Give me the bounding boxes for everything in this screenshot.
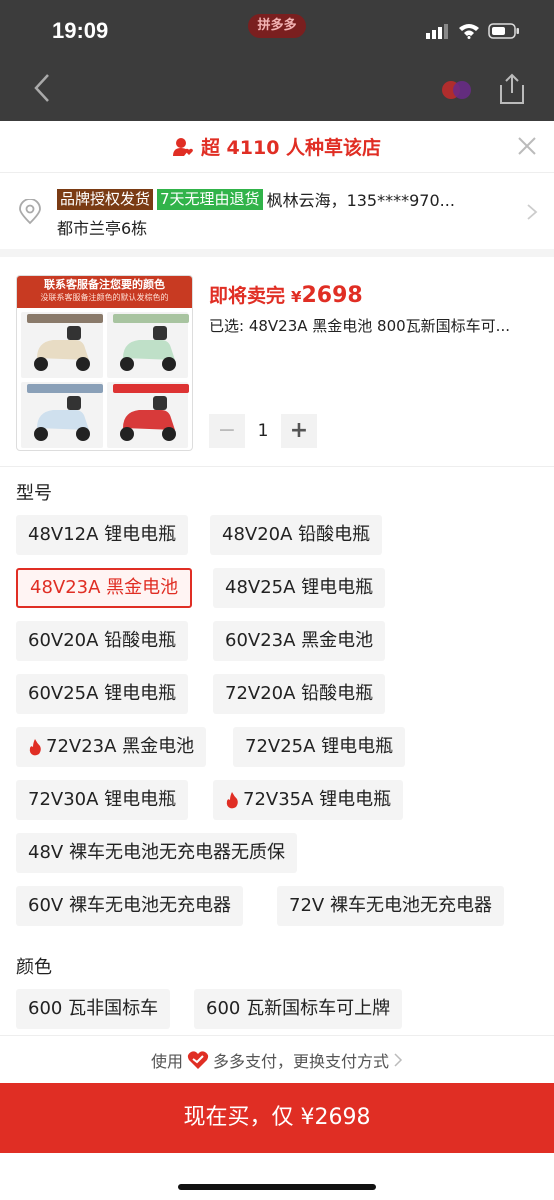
model-option[interactable]: 60V20A 铅酸电瓶 bbox=[16, 621, 189, 661]
model-option-label: 72V30A 锂电电瓶 bbox=[28, 789, 177, 810]
address-line-1: 品牌授权发货 7天无理由退货 枫林云海，135****970... bbox=[57, 187, 455, 211]
trike-green bbox=[106, 312, 189, 378]
buy-now-button[interactable]: 现在买，仅 ¥2698 bbox=[0, 1083, 554, 1153]
model-option-label: 72V23A 黑金电池 bbox=[46, 736, 195, 757]
trike-red bbox=[106, 382, 189, 448]
model-option-label: 48V20A 铅酸电瓶 bbox=[222, 524, 371, 545]
model-option-label: 60V23A 黑金电池 bbox=[225, 630, 374, 651]
flame-icon bbox=[226, 792, 238, 809]
pay-method: 多多支付，更换支付方式 bbox=[213, 1051, 390, 1071]
trike-grid bbox=[17, 308, 192, 450]
model-option[interactable]: 48V23A 黑金电池 bbox=[16, 568, 193, 608]
color-option[interactable]: 600 瓦新国标车可上牌 bbox=[194, 989, 403, 1029]
selected-spec: 已选: 48V23A 黑金电池 800瓦新国标车可... bbox=[209, 317, 510, 335]
model-option-label: 48V 裸车无电池无充电器无质保 bbox=[28, 842, 285, 863]
model-option[interactable]: 72V35A 锂电电瓶 bbox=[213, 780, 404, 820]
quantity-stepper: − 1 + bbox=[209, 414, 317, 448]
model-option-label: 48V25A 锂电电瓶 bbox=[225, 577, 374, 598]
sku-sheet: 超 4110 人种草该店 品牌授权发货 7天无理由退货 枫林云海，135****… bbox=[0, 121, 554, 1200]
trike-blue bbox=[21, 382, 103, 448]
home-indicator bbox=[178, 1184, 376, 1190]
color-option[interactable]: 600 瓦非国标车 bbox=[16, 989, 171, 1029]
increment-button[interactable]: + bbox=[281, 414, 317, 448]
model-option[interactable]: 48V12A 锂电电瓶 bbox=[16, 515, 189, 555]
pay-prefix: 使用 bbox=[150, 1051, 183, 1071]
color-option-label: 600 瓦非国标车 bbox=[28, 998, 159, 1019]
image-banner: 联系客服备注您要的颜色 没联系客服备注颜色的默认发棕色的 bbox=[17, 276, 192, 308]
user-heart-icon bbox=[172, 137, 193, 156]
status-time: 19:09 bbox=[52, 18, 109, 43]
status-bar: 19:09 拼多多 bbox=[0, 0, 554, 62]
return-badge: 7天无理由退货 bbox=[157, 188, 263, 210]
model-option[interactable]: 48V25A 锂电电瓶 bbox=[213, 568, 386, 608]
currency-symbol: ¥ bbox=[291, 288, 302, 306]
model-option[interactable]: 72V23A 黑金电池 bbox=[16, 727, 207, 767]
decrement-button[interactable]: − bbox=[209, 414, 245, 448]
price: ¥2698 bbox=[291, 283, 363, 308]
chevron-right-icon bbox=[394, 1052, 403, 1067]
recipient: 枫林云海，135****970... bbox=[266, 191, 455, 210]
app-indicator: 拼多多 bbox=[248, 14, 306, 38]
heart-pay-icon bbox=[187, 1050, 209, 1069]
model-option[interactable]: 72V20A 铅酸电瓶 bbox=[213, 674, 386, 714]
model-option[interactable]: 72V 裸车无电池无充电器 bbox=[277, 886, 504, 926]
model-option[interactable]: 60V23A 黑金电池 bbox=[213, 621, 386, 661]
image-banner-subtitle: 没联系客服备注颜色的默认发棕色的 bbox=[40, 293, 169, 302]
model-option-label: 72V20A 铅酸电瓶 bbox=[225, 683, 374, 704]
model-option[interactable]: 60V25A 锂电电瓶 bbox=[16, 674, 189, 714]
model-section-title: 型号 bbox=[16, 483, 52, 504]
background-page: 19:09 拼多多 bbox=[0, 0, 554, 125]
model-option-label: 60V20A 铅酸电瓶 bbox=[28, 630, 177, 651]
sheet-header: 超 4110 人种草该店 bbox=[0, 121, 554, 173]
trike-brown bbox=[21, 312, 103, 378]
product-summary: 联系客服备注您要的颜色 没联系客服备注颜色的默认发棕色的 即将卖完 ¥2698 … bbox=[0, 271, 554, 467]
model-option[interactable]: 72V30A 锂电电瓶 bbox=[16, 780, 189, 820]
price-value: 2698 bbox=[301, 283, 363, 308]
promo-text: 超 4110 人种草该店 bbox=[200, 137, 382, 159]
model-option[interactable]: 60V 裸车无电池无充电器 bbox=[16, 886, 243, 926]
model-option-label: 48V12A 锂电电瓶 bbox=[28, 524, 177, 545]
model-option-label: 60V 裸车无电池无充电器 bbox=[28, 895, 231, 916]
price-row: 即将卖完 ¥2698 bbox=[209, 281, 363, 308]
back-icon[interactable] bbox=[28, 72, 58, 104]
close-icon[interactable] bbox=[516, 135, 538, 157]
model-option[interactable]: 48V20A 铅酸电瓶 bbox=[210, 515, 383, 555]
divider bbox=[0, 249, 554, 257]
brand-badge: 品牌授权发货 bbox=[57, 188, 154, 210]
quantity-value[interactable]: 1 bbox=[245, 421, 281, 441]
model-option-label: 72V35A 锂电电瓶 bbox=[243, 789, 392, 810]
selling-out-tag: 即将卖完 bbox=[209, 285, 286, 307]
color-section-title: 颜色 bbox=[16, 957, 52, 978]
model-option[interactable]: 72V25A 锂电电瓶 bbox=[233, 727, 406, 767]
model-option-label: 48V23A 黑金电池 bbox=[30, 577, 179, 598]
model-option-label: 60V25A 锂电电瓶 bbox=[28, 683, 177, 704]
address-detail: 都市兰亭6栋 bbox=[57, 219, 148, 238]
promo-banner: 超 4110 人种草该店 bbox=[0, 133, 554, 160]
payment-row[interactable]: 使用 多多支付，更换支付方式 bbox=[0, 1035, 554, 1083]
model-option[interactable]: 48V 裸车无电池无充电器无质保 bbox=[16, 833, 297, 873]
color-option-label: 600 瓦新国标车可上牌 bbox=[206, 998, 391, 1019]
share-icon[interactable] bbox=[496, 72, 528, 106]
wifi-icon bbox=[459, 24, 479, 39]
model-option-label: 72V25A 锂电电瓶 bbox=[245, 736, 394, 757]
chevron-right-icon bbox=[527, 204, 538, 220]
product-image[interactable]: 联系客服备注您要的颜色 没联系客服备注颜色的默认发棕色的 bbox=[16, 275, 193, 451]
flame-icon bbox=[29, 739, 41, 756]
location-pin-icon bbox=[19, 199, 41, 225]
image-banner-title: 联系客服备注您要的颜色 bbox=[44, 278, 165, 291]
battery-icon bbox=[488, 23, 519, 39]
status-icons bbox=[426, 20, 520, 42]
signal-icon bbox=[426, 24, 448, 39]
pay-logo-icon bbox=[442, 81, 471, 99]
model-option-label: 72V 裸车无电池无充电器 bbox=[289, 895, 492, 916]
